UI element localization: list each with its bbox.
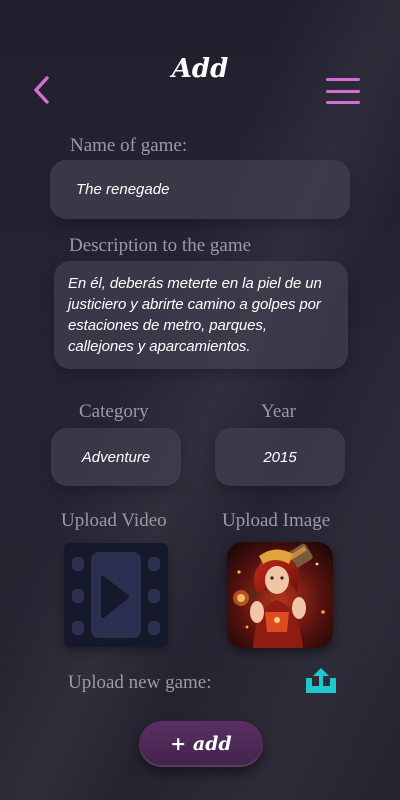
year-field[interactable]: 2015 (215, 428, 345, 486)
name-field[interactable]: The renegade (50, 160, 350, 219)
description-field[interactable]: En él, deberás meterte en la piel de un … (54, 261, 348, 369)
year-label: Year (261, 401, 297, 422)
hamburger-menu-icon (326, 78, 360, 81)
game-character-thumbnail (227, 542, 333, 648)
upload-image-button[interactable] (227, 542, 333, 648)
description-label: Description to the game (69, 235, 252, 256)
category-field[interactable]: Adventure (51, 428, 181, 486)
year-field-value: 2015 (263, 448, 297, 466)
upload-button[interactable] (304, 668, 338, 696)
film-strip-play-icon (64, 543, 168, 647)
upload-video-label: Upload Video (61, 510, 167, 531)
upload-video-button[interactable] (64, 543, 168, 647)
name-label: Name of game: (70, 135, 188, 156)
add-button[interactable]: + add (139, 721, 263, 767)
upload-icon (306, 668, 336, 693)
category-label: Category (79, 401, 149, 422)
upload-image-label: Upload Image (222, 510, 331, 531)
description-field-value: En él, deberás meterte en la piel de un … (68, 275, 322, 355)
upload-new-game-label: Upload new game: (68, 672, 212, 693)
category-field-value: Adventure (81, 448, 151, 466)
menu-button[interactable] (326, 78, 360, 104)
name-field-value: The renegade (76, 181, 170, 198)
